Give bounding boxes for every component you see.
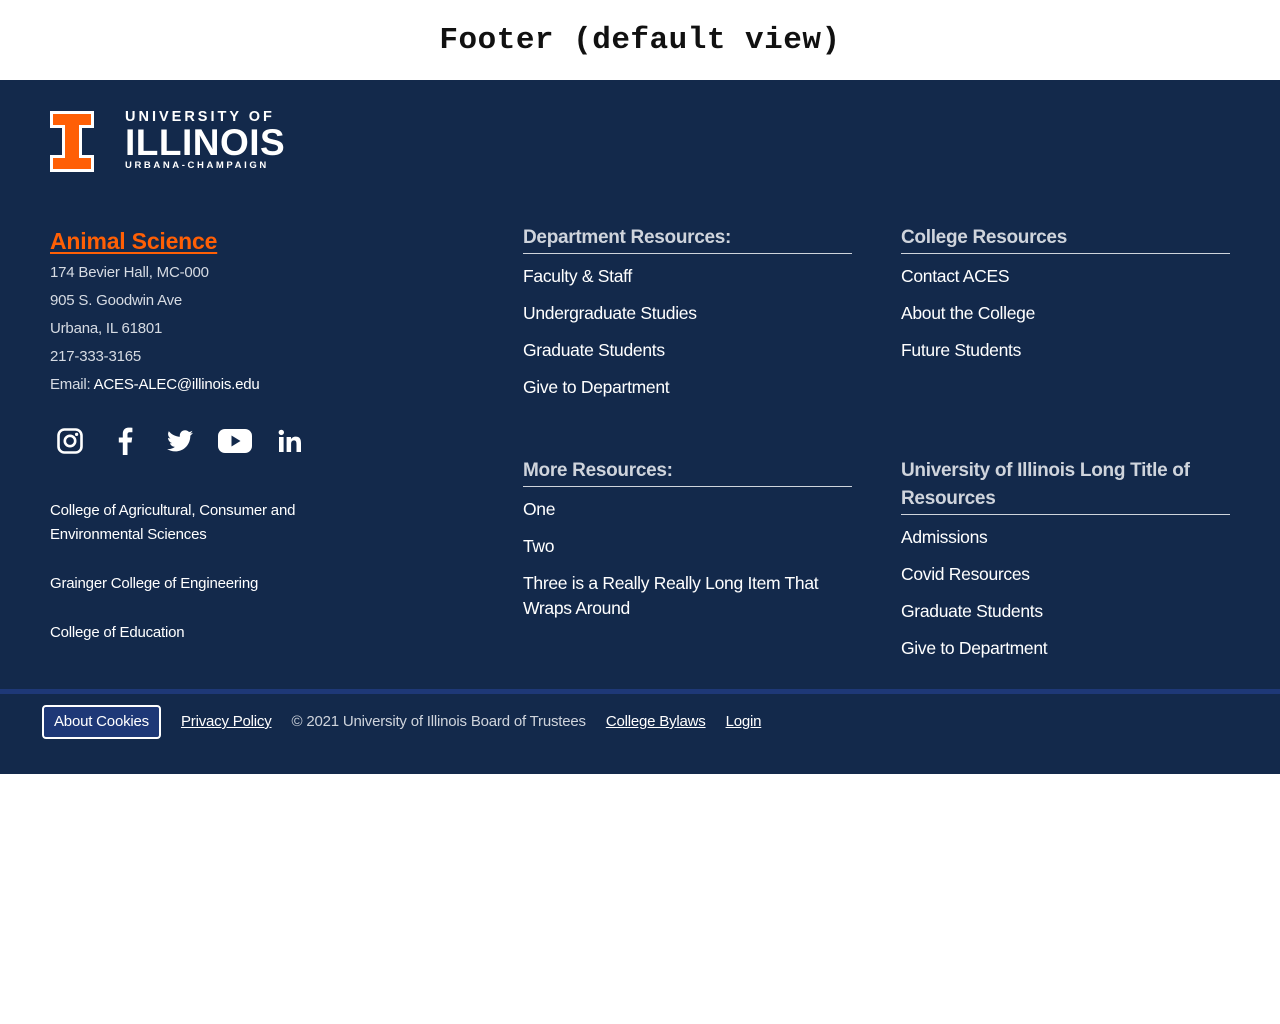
list-item: One bbox=[523, 497, 852, 522]
college-link-education[interactable]: College of Education bbox=[50, 621, 350, 645]
college-link-aces[interactable]: College of Agricultural, Consumer and En… bbox=[50, 499, 350, 547]
social-link-twitter[interactable] bbox=[160, 425, 200, 457]
link-list: Admissions Covid Resources Graduate Stud… bbox=[901, 525, 1230, 661]
column-heading: College Resources bbox=[901, 224, 1230, 254]
link-list: Faculty & Staff Undergraduate Studies Gr… bbox=[523, 264, 852, 400]
link-list: One Two Three is a Really Really Long It… bbox=[523, 497, 852, 621]
login-link[interactable]: Login bbox=[726, 705, 762, 739]
copyright-text: © 2021 University of Illinois Board of T… bbox=[291, 713, 586, 730]
footer-link[interactable]: Faculty & Staff bbox=[523, 264, 632, 289]
logo-line-campus: URBANA-CHAMPAIGN bbox=[125, 160, 269, 171]
footer-link[interactable]: Give to Department bbox=[901, 636, 1048, 661]
youtube-icon bbox=[218, 429, 252, 453]
facebook-icon bbox=[118, 427, 133, 455]
social-link-youtube[interactable] bbox=[215, 425, 255, 457]
contact-info: Animal Science 174 Bevier Hall, MC-000 9… bbox=[50, 228, 470, 399]
list-item: Faculty & Staff bbox=[523, 264, 852, 289]
footer-link[interactable]: Undergraduate Studies bbox=[523, 301, 697, 326]
footer-link[interactable]: About the College bbox=[901, 301, 1035, 326]
list-item: Graduate Students bbox=[901, 599, 1230, 624]
list-item: Graduate Students bbox=[523, 338, 852, 363]
block-i-logo-icon bbox=[50, 110, 94, 172]
privacy-policy-link[interactable]: Privacy Policy bbox=[181, 705, 272, 739]
social-links bbox=[50, 425, 325, 457]
department-resources-column: Department Resources: Faculty & Staff Un… bbox=[523, 224, 852, 412]
footer-link[interactable]: Future Students bbox=[901, 338, 1021, 363]
footer-bottom-bar: About Cookies Privacy Policy © 2021 Univ… bbox=[0, 689, 1280, 774]
address-line: Urbana, IL 61801 bbox=[50, 320, 163, 337]
link-list: Contact ACES About the College Future St… bbox=[901, 264, 1230, 363]
linkedin-icon bbox=[278, 429, 301, 452]
footer-link[interactable]: Graduate Students bbox=[901, 599, 1043, 624]
footer-link[interactable]: Two bbox=[523, 534, 555, 559]
logo-wordmark: UNIVERSITY OF ILLINOIS URBANA-CHAMPAIGN bbox=[125, 110, 285, 172]
list-item: Give to Department bbox=[523, 375, 852, 400]
email-row: Email: ACES-ALEC@illinois.edu bbox=[50, 371, 470, 399]
address-line: 174 Bevier Hall, MC-000 bbox=[50, 264, 209, 281]
social-link-instagram[interactable] bbox=[50, 425, 90, 457]
unit-name-link[interactable]: Animal Science bbox=[50, 228, 217, 255]
instagram-icon bbox=[57, 428, 83, 454]
list-item: Three is a Really Really Long Item That … bbox=[523, 571, 852, 621]
site-footer: UNIVERSITY OF ILLINOIS URBANA-CHAMPAIGN … bbox=[0, 80, 1280, 774]
footer-link[interactable]: Three is a Really Really Long Item That … bbox=[523, 571, 852, 621]
column-heading: University of Illinois Long Title of Res… bbox=[901, 457, 1230, 515]
email-label: Email: bbox=[50, 376, 91, 393]
footer-link[interactable]: Graduate Students bbox=[523, 338, 665, 363]
list-item: Contact ACES bbox=[901, 264, 1230, 289]
twitter-icon bbox=[167, 430, 193, 452]
list-item: Admissions bbox=[901, 525, 1230, 550]
college-bylaws-link[interactable]: College Bylaws bbox=[606, 705, 706, 739]
university-logo[interactable]: UNIVERSITY OF ILLINOIS URBANA-CHAMPAIGN bbox=[50, 110, 285, 172]
college-link-engineering[interactable]: Grainger College of Engineering bbox=[50, 572, 350, 596]
footer-link[interactable]: Admissions bbox=[901, 525, 988, 550]
list-item: Two bbox=[523, 534, 852, 559]
more-resources-column: More Resources: One Two Three is a Reall… bbox=[523, 457, 852, 633]
column-heading: Department Resources: bbox=[523, 224, 852, 254]
about-cookies-button[interactable]: About Cookies bbox=[42, 705, 161, 739]
social-link-linkedin[interactable] bbox=[270, 425, 310, 457]
footer-link[interactable]: One bbox=[523, 497, 555, 522]
college-links: College of Agricultural, Consumer and En… bbox=[50, 499, 350, 670]
list-item: Undergraduate Studies bbox=[523, 301, 852, 326]
phone-number: 217-333-3165 bbox=[50, 348, 142, 365]
list-item: Covid Resources bbox=[901, 562, 1230, 587]
footer-link[interactable]: Covid Resources bbox=[901, 562, 1030, 587]
footer-link[interactable]: Contact ACES bbox=[901, 264, 1010, 289]
column-heading: More Resources: bbox=[523, 457, 852, 487]
footer-link[interactable]: Give to Department bbox=[523, 375, 670, 400]
page-heading: Footer (default view) bbox=[439, 22, 841, 58]
list-item: About the College bbox=[901, 301, 1230, 326]
list-item: Future Students bbox=[901, 338, 1230, 363]
address-line: 905 S. Goodwin Ave bbox=[50, 292, 183, 309]
college-resources-column: College Resources Contact ACES About the… bbox=[901, 224, 1230, 375]
list-item: Give to Department bbox=[901, 636, 1230, 661]
logo-line-illinois: ILLINOIS bbox=[125, 122, 286, 163]
social-link-facebook[interactable] bbox=[105, 425, 145, 457]
university-resources-column: University of Illinois Long Title of Res… bbox=[901, 457, 1230, 673]
email-link[interactable]: ACES-ALEC@illinois.edu bbox=[94, 376, 260, 393]
